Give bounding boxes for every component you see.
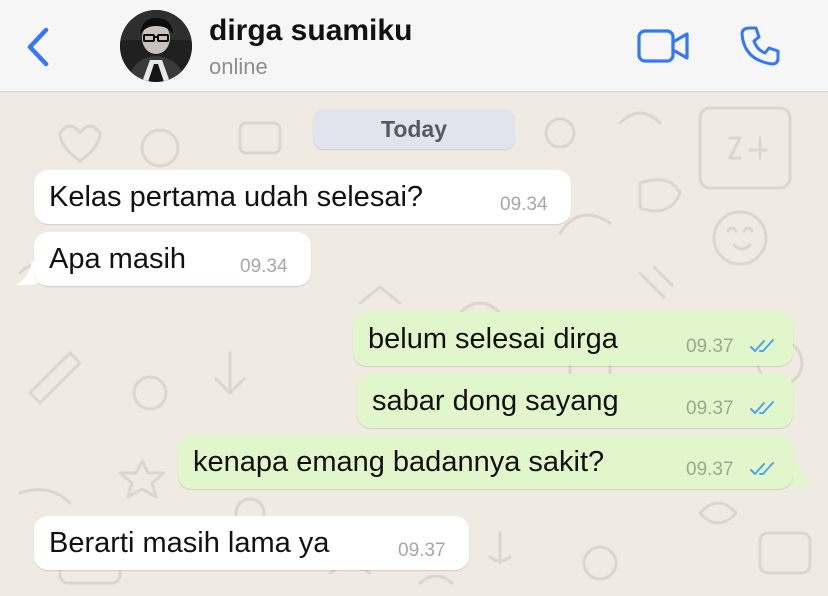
back-button[interactable] [20,22,60,70]
message-time: 09.37 [398,540,446,561]
video-camera-icon [637,29,689,63]
read-receipt-icon [750,462,774,475]
message-time: 09.34 [500,194,548,215]
message-time: 09.37 [686,398,734,419]
message-text: sabar dong sayang [372,385,619,417]
message-list[interactable]: Today Kelas pertama udah selesai? 09.34 … [0,93,828,596]
read-receipt-icon [750,339,774,352]
contact-photo [120,10,192,82]
message-text: kenapa emang badannya sakit? [193,446,605,478]
video-call-button[interactable] [636,26,692,66]
phone-icon [740,26,780,66]
chat-header: dirga suamiku online [0,0,828,92]
voice-call-button[interactable] [736,22,784,70]
message-text: Kelas pertama udah selesai? [49,181,424,213]
message-time: 09.34 [240,256,288,277]
read-receipt-icon [750,401,774,414]
contact-name[interactable]: dirga suamiku [209,14,412,48]
chevron-left-icon [27,27,49,67]
message-text: Apa masih [49,243,187,275]
message-incoming[interactable]: Berarti masih lama ya 09.37 [34,516,469,570]
message-text: Berarti masih lama ya [49,527,330,559]
message-outgoing[interactable]: belum selesai dirga 09.37 [353,312,793,366]
date-separator: Today [313,109,515,149]
message-incoming[interactable]: Kelas pertama udah selesai? 09.34 [34,170,571,224]
message-time: 09.37 [686,459,734,480]
message-incoming[interactable]: Apa masih 09.34 [34,232,311,286]
message-outgoing[interactable]: kenapa emang badannya sakit? 09.37 [178,435,793,489]
message-text: belum selesai dirga [368,323,618,355]
message-outgoing[interactable]: sabar dong sayang 09.37 [357,374,793,428]
contact-status: online [209,54,268,79]
avatar[interactable] [120,10,192,82]
message-time: 09.37 [686,336,734,357]
